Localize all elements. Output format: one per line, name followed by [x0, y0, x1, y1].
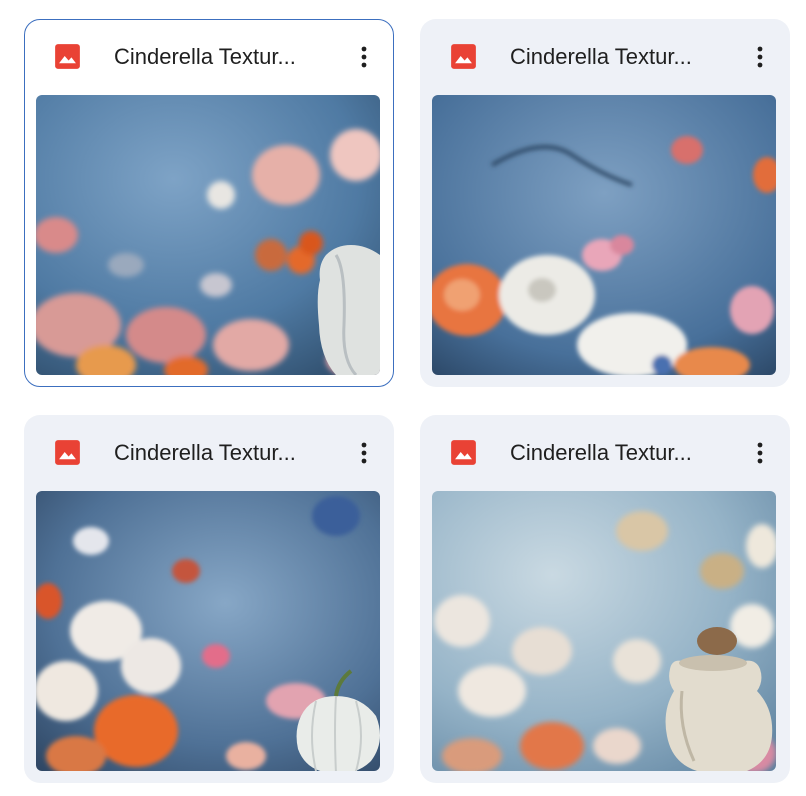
file-thumbnail[interactable]: [36, 491, 380, 771]
more-vert-icon[interactable]: [740, 37, 780, 77]
file-card-header: Cinderella Textur...: [420, 415, 790, 491]
image-file-icon: [451, 44, 476, 69]
file-title: Cinderella Textur...: [114, 440, 296, 465]
file-title: Cinderella Textur...: [510, 440, 692, 465]
more-vert-icon[interactable]: [344, 37, 384, 77]
file-thumbnail[interactable]: [432, 95, 776, 375]
file-card[interactable]: Cinderella Textur...: [24, 19, 394, 387]
image-file-icon: [55, 44, 80, 69]
file-thumbnail[interactable]: [36, 95, 380, 375]
file-thumbnail[interactable]: [432, 491, 776, 771]
more-vert-icon[interactable]: [740, 433, 780, 473]
file-title: Cinderella Textur...: [114, 44, 296, 69]
image-file-icon: [451, 440, 476, 465]
file-title: Cinderella Textur...: [510, 44, 692, 69]
file-card-header: Cinderella Textur...: [24, 415, 394, 491]
file-card-header: Cinderella Textur...: [25, 20, 393, 96]
file-card-header: Cinderella Textur...: [420, 19, 790, 95]
file-card[interactable]: Cinderella Textur...: [420, 415, 790, 783]
image-file-icon: [55, 440, 80, 465]
file-card[interactable]: Cinderella Textur...: [420, 19, 790, 387]
file-card[interactable]: Cinderella Textur...: [24, 415, 394, 783]
more-vert-icon[interactable]: [344, 433, 384, 473]
